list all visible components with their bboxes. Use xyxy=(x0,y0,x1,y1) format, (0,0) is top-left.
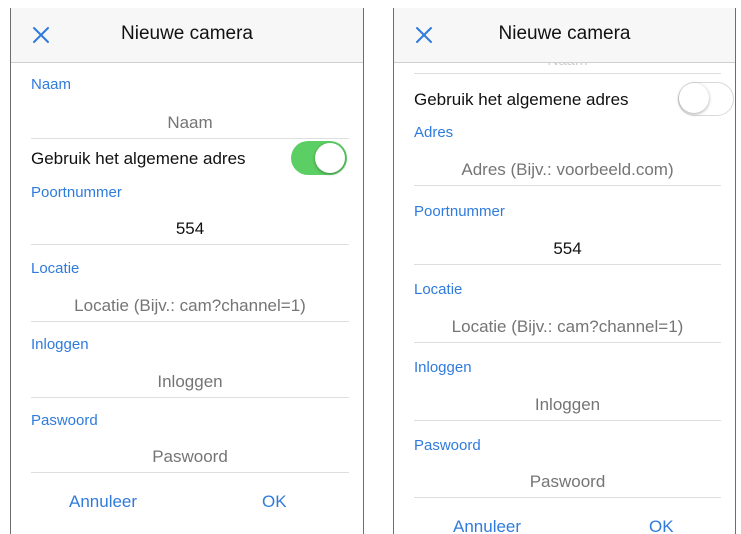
page-title: Nieuwe camera xyxy=(498,23,631,44)
general-address-switch[interactable] xyxy=(678,82,734,116)
naam-label: Naam xyxy=(31,76,72,93)
switch-knob xyxy=(679,83,709,113)
general-address-switch[interactable] xyxy=(291,141,347,175)
naam-input[interactable] xyxy=(31,108,349,139)
switch-knob xyxy=(315,143,345,173)
naam-group: Naam xyxy=(31,76,349,93)
poort-label: Poortnummer xyxy=(31,184,122,201)
ok-button[interactable]: OK xyxy=(262,492,287,512)
inloggen-label: Inloggen xyxy=(31,336,89,353)
adres-input[interactable] xyxy=(414,155,721,186)
nav-bar: Nieuwe camera xyxy=(11,8,363,63)
locatie-label: Locatie xyxy=(31,260,80,277)
locatie-label: Locatie xyxy=(414,281,463,298)
paswoord-input[interactable] xyxy=(31,442,349,473)
poort-label: Poortnummer xyxy=(414,203,505,220)
locatie-input[interactable] xyxy=(31,291,349,322)
adres-label: Adres xyxy=(414,124,454,141)
inloggen-label: Inloggen xyxy=(414,359,472,376)
screen-toggle-on: Nieuwe camera Naam Gebruik het algemene … xyxy=(10,8,364,534)
inloggen-input[interactable] xyxy=(414,390,721,421)
nav-bar: Nieuwe camera xyxy=(394,8,735,63)
cancel-button[interactable]: Annuleer xyxy=(69,492,137,512)
paswoord-label: Paswoord xyxy=(31,412,98,429)
inloggen-input[interactable] xyxy=(31,367,349,398)
paswoord-label: Paswoord xyxy=(414,437,481,454)
locatie-input[interactable] xyxy=(414,312,721,343)
paswoord-input[interactable] xyxy=(414,467,721,498)
poort-input[interactable] xyxy=(414,234,721,265)
ok-button[interactable]: OK xyxy=(649,517,674,534)
screen-toggle-off: Nieuwe camera Naam Gebruik het algemene … xyxy=(393,8,736,534)
cancel-button[interactable]: Annuleer xyxy=(453,517,521,534)
page-title: Nieuwe camera xyxy=(121,23,253,44)
poort-input[interactable] xyxy=(31,214,349,245)
general-address-label: Gebruik het algemene adres xyxy=(414,90,629,109)
